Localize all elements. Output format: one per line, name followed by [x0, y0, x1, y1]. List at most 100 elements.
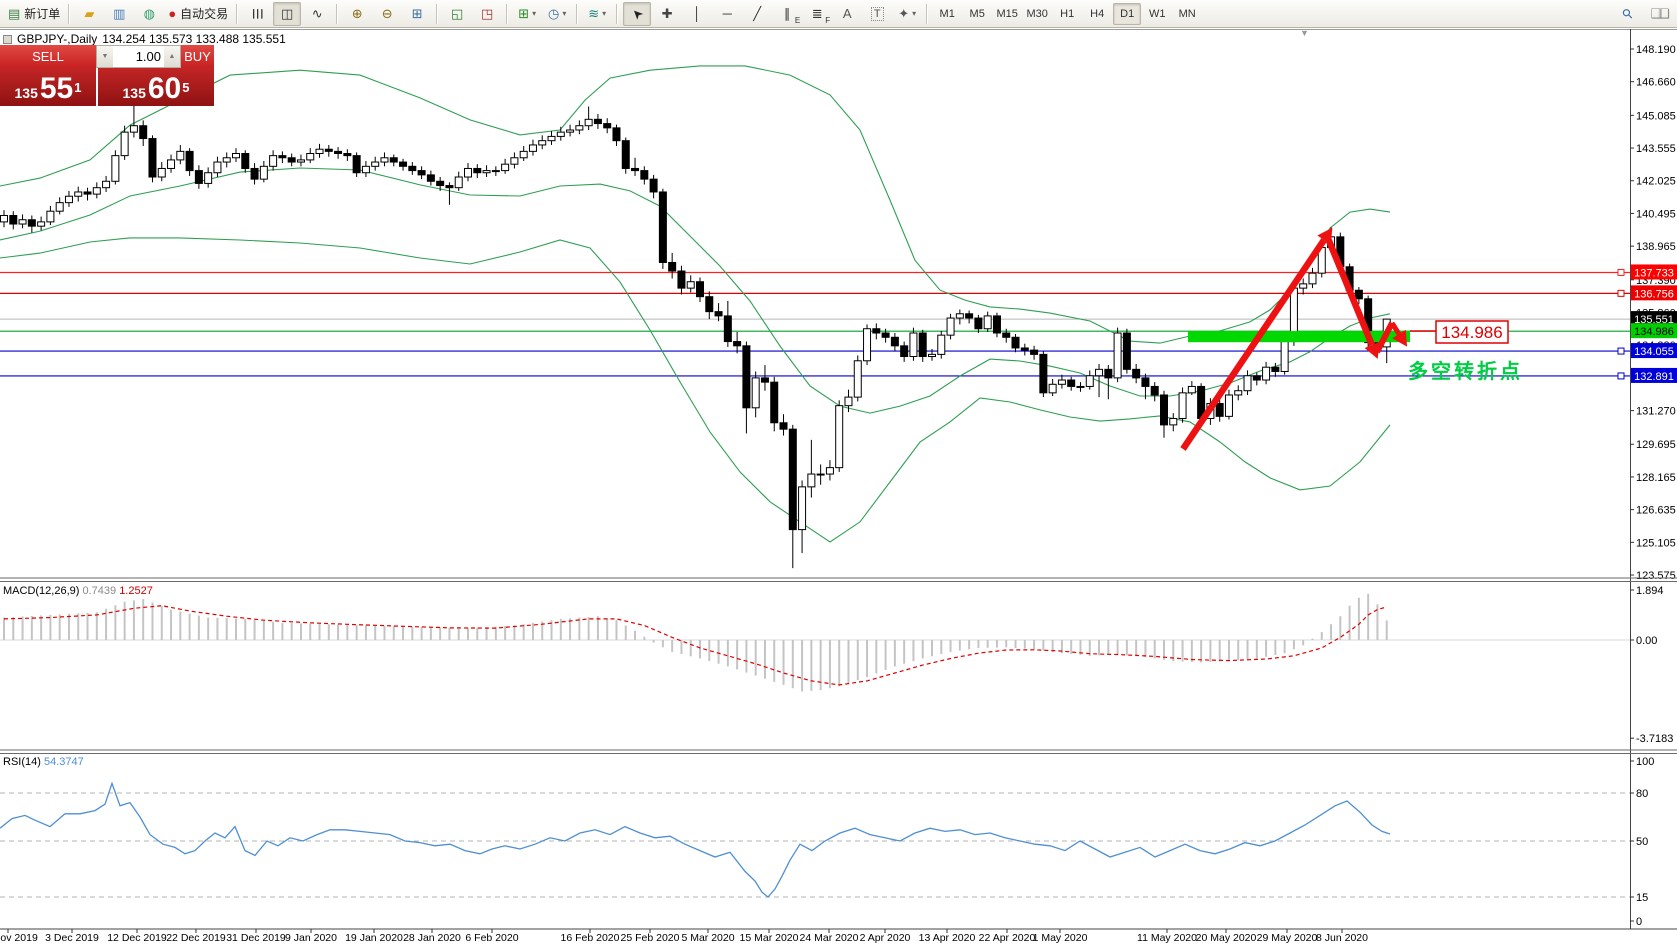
volume-input[interactable]: [113, 46, 164, 67]
hline-handle: [1617, 289, 1625, 297]
candle: [1308, 272, 1317, 285]
candle: [64, 195, 73, 204]
candle: [1132, 368, 1141, 379]
candle: [371, 161, 380, 167]
date-label: 20 May 2020: [1196, 932, 1257, 944]
candle: [1262, 366, 1271, 381]
candle: [334, 150, 343, 154]
candle: [928, 353, 936, 358]
candle: [575, 125, 584, 131]
candle: [992, 315, 1001, 334]
candle: [241, 152, 250, 169]
candle: [733, 341, 742, 347]
candle: [593, 118, 602, 125]
candle: [157, 167, 166, 178]
candle: [482, 170, 491, 174]
candle: [324, 148, 333, 152]
sell-price-display[interactable]: 135 55 1: [0, 68, 98, 106]
candle: [417, 170, 426, 176]
price-tick-label: 146.660: [1636, 77, 1676, 89]
buy-price-prefix: 135: [122, 85, 146, 101]
candle: [603, 123, 612, 129]
date-label: 15 Mar 2020: [740, 932, 799, 944]
candle: [343, 152, 352, 157]
volume-down-button[interactable]: ▼: [97, 46, 113, 67]
price-tick-label: 123.575: [1636, 570, 1676, 582]
buy-price-display[interactable]: 135 60 5: [98, 68, 214, 106]
symbol-title: GBPJPY-,Daily: [17, 32, 98, 46]
candle: [1354, 289, 1363, 300]
date-label: 25 Feb 2020: [621, 932, 680, 944]
candle: [816, 473, 825, 476]
candle: [890, 336, 899, 347]
chart-window-icon: [3, 34, 12, 44]
candle: [92, 187, 101, 195]
candle: [222, 157, 231, 163]
candle: [83, 191, 92, 195]
candle: [612, 127, 621, 142]
date-axis: 24 Nov 2019 3 Dec 2019 12 Dec 201922 Dec 2…: [0, 929, 1368, 944]
date-label: 29 May 2020: [1257, 932, 1318, 944]
rsi-axis-label: 50: [1636, 836, 1648, 848]
candle: [399, 161, 408, 167]
hline-handle: [1617, 347, 1625, 355]
volume-up-button[interactable]: ▲: [164, 46, 180, 67]
date-label: 24 Nov 2019: [0, 932, 38, 944]
price-tick-label: 140.495: [1636, 208, 1676, 220]
candle: [1085, 375, 1094, 387]
price-chart[interactable]: 134.986 多空转折点 148.190 146.660 145.085 143.555…: [0, 0, 1677, 944]
candle: [464, 167, 472, 178]
one-click-trading-panel: SELL ▼ ▲ BUY 135551 135605: [0, 45, 214, 106]
sell-price-prefix: 135: [14, 85, 38, 101]
price-tick-label: 143.555: [1636, 143, 1676, 155]
candle: [204, 172, 213, 184]
candle: [1095, 368, 1104, 377]
buy-button[interactable]: BUY: [181, 45, 214, 68]
price-tick-label: 148.190: [1636, 44, 1676, 56]
candle: [1299, 283, 1308, 289]
buy-price-big: 60: [147, 72, 182, 105]
candle: [1252, 375, 1261, 381]
candle: [408, 165, 417, 172]
rsi-axis-label: 100: [1636, 756, 1654, 768]
candle: [1011, 336, 1020, 349]
candle: [473, 167, 482, 174]
candle: [1150, 385, 1159, 396]
candle: [696, 281, 704, 298]
hline-handle: [1617, 268, 1625, 276]
candle: [315, 148, 324, 154]
candle: [825, 467, 834, 475]
candle: [306, 152, 315, 161]
chart-background: [0, 29, 1677, 930]
date-label: 8 Jun 2020: [1316, 932, 1368, 944]
rsi-axis-label: 80: [1636, 788, 1648, 800]
candle: [501, 163, 510, 172]
buy-price-sup: 5: [182, 80, 190, 95]
candle: [510, 157, 519, 165]
price-tick-label: 138.965: [1636, 241, 1676, 253]
panel-collapse-icon[interactable]: ▼: [1300, 28, 1309, 38]
candle: [389, 157, 398, 163]
candle: [37, 221, 46, 227]
candle: [1122, 332, 1131, 370]
candle: [18, 219, 27, 225]
candle: [139, 125, 148, 140]
candle: [120, 131, 129, 157]
candle: [528, 144, 537, 152]
candle: [649, 178, 658, 193]
price-tag-label: 134.986: [1634, 326, 1674, 338]
sell-price-sup: 1: [74, 80, 82, 95]
date-label: 13 Apr 2020: [919, 932, 976, 944]
chart-title: GBPJPY-,Daily 134.254 135.573 133.488 13…: [3, 32, 286, 46]
candle: [1113, 332, 1122, 379]
candle: [1169, 417, 1178, 426]
candle: [798, 486, 807, 531]
price-tag-label: 132.891: [1634, 371, 1674, 383]
date-label: 3 Dec 2019: [45, 932, 99, 944]
candle: [946, 317, 955, 336]
sell-button[interactable]: SELL: [0, 45, 96, 68]
candle: [250, 167, 259, 180]
date-label: 5 Mar 2020: [681, 932, 734, 944]
chart-area[interactable]: 134.986 多空转折点 148.190 146.660 145.085 143.555…: [0, 28, 1677, 944]
candle: [807, 473, 816, 488]
